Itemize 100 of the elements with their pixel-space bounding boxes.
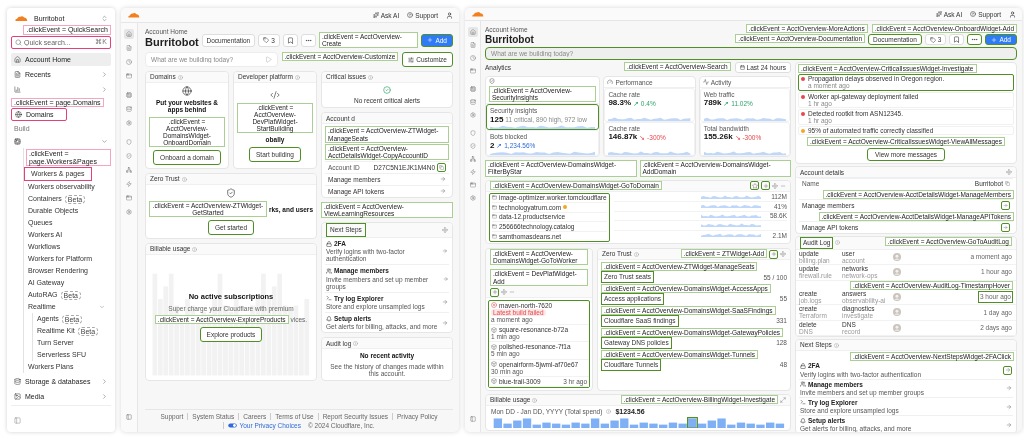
- window-icon[interactable]: [124, 193, 134, 203]
- window-icon[interactable]: [467, 180, 478, 190]
- collapse-icon[interactable]: [469, 416, 476, 422]
- database-icon[interactable]: [467, 97, 478, 107]
- bolt-icon[interactable]: [467, 167, 478, 177]
- toggle-icon: [228, 422, 238, 428]
- cloud-logo: [127, 12, 140, 18]
- gear-icon[interactable]: [124, 207, 134, 217]
- help-icon: [407, 12, 414, 18]
- user-icon[interactable]: [1009, 10, 1016, 18]
- move-icon[interactable]: [442, 227, 448, 234]
- window-icon: [492, 233, 497, 239]
- sparkline-drawing: [701, 194, 761, 199]
- database-icon[interactable]: [124, 104, 134, 114]
- collapse-icon[interactable]: [14, 417, 21, 424]
- copy-button[interactable]: [437, 162, 446, 172]
- clock-icon[interactable]: [124, 57, 134, 67]
- user-icon[interactable]: [446, 11, 453, 19]
- arrow-icon: [442, 319, 448, 326]
- document-icon[interactable]: [467, 40, 478, 50]
- sparkle-icon: [935, 11, 942, 17]
- house-icon: [14, 55, 21, 63]
- arrow-icon: [1006, 421, 1012, 428]
- activity-icon: [702, 79, 709, 86]
- chip-icon: [14, 138, 21, 146]
- metric-value: 155.26k: [703, 133, 733, 143]
- shield-icon[interactable]: [124, 151, 134, 161]
- move-icon[interactable]: [772, 182, 778, 189]
- info-icon: [192, 246, 198, 252]
- house-icon[interactable]: [124, 29, 134, 39]
- sparkle-icon: [372, 12, 379, 18]
- add-button[interactable]: [490, 287, 499, 297]
- page-title: Burritobot: [485, 34, 534, 46]
- minus-icon[interactable]: [780, 182, 786, 189]
- info-icon: [835, 240, 841, 246]
- metric-value: 98.3%: [608, 99, 632, 109]
- search-icon: [15, 38, 22, 46]
- bolt-icon[interactable]: [124, 179, 134, 189]
- arrow-icon: [442, 299, 448, 306]
- metric-value: 2: [490, 141, 495, 151]
- minus-icon[interactable]: [509, 289, 515, 296]
- move-icon[interactable]: [780, 251, 786, 258]
- gauge-icon: [607, 79, 614, 86]
- avatar-icon: [893, 252, 901, 261]
- window-icon[interactable]: [467, 66, 478, 76]
- chip-icon[interactable]: [124, 90, 134, 100]
- gear-icon[interactable]: [467, 110, 478, 120]
- info-icon: [353, 340, 359, 346]
- globe-icon: [15, 111, 22, 119]
- clock-icon[interactable]: [467, 53, 478, 63]
- info-icon: [181, 176, 187, 182]
- copy-icon[interactable]: [1005, 181, 1010, 187]
- icon-button[interactable]: [967, 34, 983, 46]
- document-icon[interactable]: [124, 43, 134, 53]
- window-icon: [492, 223, 497, 229]
- window-icon: [492, 214, 497, 220]
- sparkline-drawing: [701, 204, 761, 209]
- send-icon[interactable]: [264, 56, 272, 64]
- info-icon: [368, 74, 374, 80]
- window-icon: [492, 195, 497, 201]
- star-button[interactable]: [750, 181, 759, 191]
- info-icon: [177, 74, 183, 80]
- plus-icon: [991, 36, 998, 43]
- arrow-icon: [442, 275, 448, 282]
- house-icon[interactable]: [467, 27, 478, 37]
- metric-value: 789k: [703, 99, 722, 109]
- move-icon[interactable]: [1006, 169, 1012, 176]
- document-icon: [14, 70, 21, 78]
- arrow-button[interactable]: [1001, 200, 1010, 210]
- avatar-icon: [893, 268, 901, 277]
- sparkline-drawing: [701, 213, 761, 218]
- lock-icon: [800, 362, 806, 369]
- add-button[interactable]: [761, 181, 770, 191]
- sliders-icon: [408, 56, 415, 63]
- shield-icon[interactable]: [467, 141, 478, 151]
- expand-icon[interactable]: [780, 397, 786, 404]
- code-icon: [270, 89, 280, 100]
- bell-icon: [326, 315, 332, 322]
- chip-icon[interactable]: [467, 84, 478, 94]
- info-icon: [833, 342, 839, 348]
- sparkline-drawing: [701, 233, 761, 238]
- network-icon[interactable]: [124, 165, 134, 175]
- collapse-icon[interactable]: [126, 414, 132, 420]
- gear-icon[interactable]: [124, 118, 134, 128]
- arrow-button[interactable]: [1001, 222, 1010, 232]
- switch-icon[interactable]: [101, 15, 108, 22]
- page-title: Burritobot: [145, 36, 198, 49]
- avatar-icon: [893, 323, 901, 332]
- shield-icon[interactable]: [124, 137, 134, 147]
- gear-icon[interactable]: [467, 193, 478, 203]
- move-icon[interactable]: [501, 289, 507, 296]
- arrow-icon: [440, 176, 446, 183]
- shield-icon[interactable]: [467, 128, 478, 138]
- network-icon[interactable]: [467, 154, 478, 164]
- add-button[interactable]: [769, 249, 778, 259]
- window-icon[interactable]: [124, 71, 134, 81]
- arrow-icon: [1006, 385, 1012, 392]
- tag-icon: [263, 37, 270, 44]
- info-icon: [606, 409, 612, 415]
- arrow-button[interactable]: [1003, 365, 1012, 375]
